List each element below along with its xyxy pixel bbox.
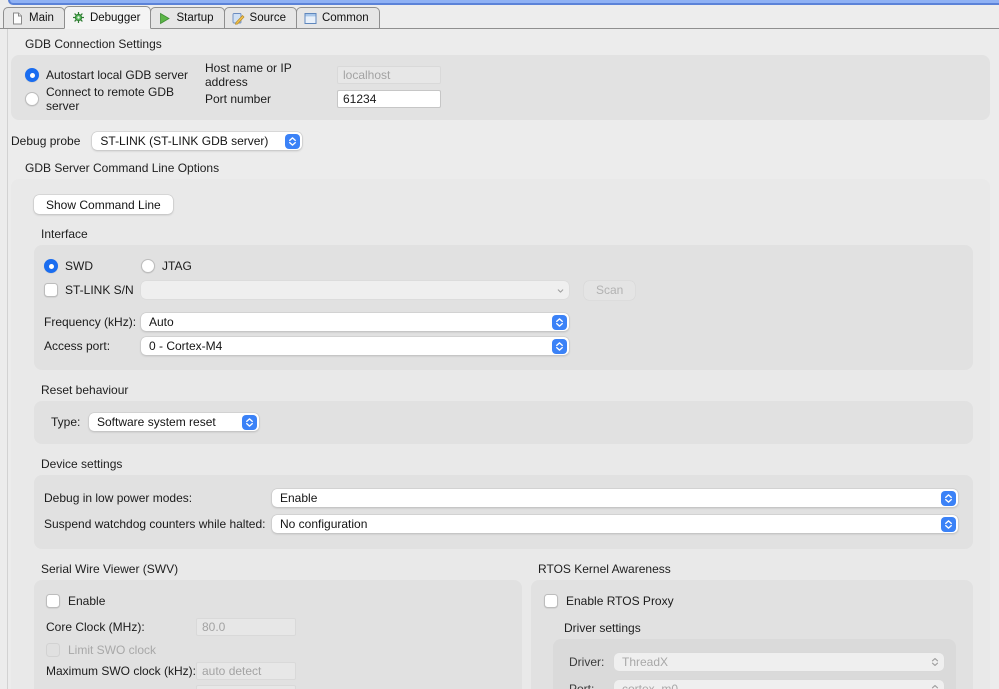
rtos-proxy-checkbox[interactable] — [544, 594, 558, 608]
driver-label: Driver: — [569, 654, 605, 669]
device-settings-title: Device settings — [41, 457, 123, 471]
swv-port-input — [196, 685, 296, 689]
stlink-sn-label: ST-LINK S/N — [65, 283, 134, 297]
access-port-label: Access port: — [44, 339, 111, 353]
swv-title: Serial Wire Viewer (SWV) — [41, 562, 179, 576]
watchdog-value: No configuration — [280, 517, 368, 531]
tab-label: Common — [321, 12, 369, 24]
frequency-value: Auto — [149, 315, 174, 329]
play-icon — [160, 12, 171, 24]
tab-label: Source — [249, 12, 286, 24]
driver-settings-title: Driver settings — [564, 621, 641, 635]
autostart-local-gdb-radio[interactable] — [25, 68, 39, 82]
limit-swo-label: Limit SWO clock — [68, 643, 157, 657]
tab-label: Debugger — [89, 11, 141, 24]
debug-probe-label: Debug probe — [11, 134, 81, 148]
reset-type-label: Type: — [51, 415, 81, 429]
watchdog-label: Suspend watchdog counters while halted: — [44, 517, 266, 531]
debug-probe-value: ST-LINK (ST-LINK GDB server) — [100, 134, 269, 148]
core-clock-label: Core Clock (MHz): — [46, 620, 145, 634]
gdb-connection-settings-group: Autostart local GDB server Host name or … — [11, 55, 990, 120]
show-command-line-button[interactable]: Show Command Line — [34, 195, 173, 214]
frequency-label: Frequency (kHz): — [44, 315, 137, 329]
rtos-port-value: cortex_m0 — [622, 681, 679, 689]
low-power-select[interactable]: Enable — [272, 489, 958, 507]
device-settings-group: Debug in low power modes: Enable Suspend… — [34, 475, 973, 549]
stepper-icon-disabled — [553, 283, 567, 297]
port-number-input[interactable] — [337, 90, 441, 108]
driver-select: ThreadX — [614, 652, 944, 671]
swd-label: SWD — [65, 259, 93, 273]
stlink-sn-checkbox[interactable] — [44, 283, 58, 297]
host-name-input — [337, 66, 441, 84]
low-power-value: Enable — [280, 491, 318, 505]
interface-group: SWD JTAG ST-LINK S/N Scan Frequency (kHz… — [34, 245, 973, 370]
connect-remote-gdb-label: Connect to remote GDB server — [46, 85, 175, 113]
tab-startup[interactable]: Startup — [150, 7, 225, 28]
driver-settings-group: Driver: ThreadX Port: cortex_m0 — [553, 639, 956, 689]
access-port-select[interactable]: 0 - Cortex-M4 — [141, 337, 569, 355]
reset-type-value: Software system reset — [97, 415, 216, 429]
gdb-connection-settings-title: GDB Connection Settings — [25, 37, 162, 51]
watchdog-select[interactable]: No configuration — [272, 515, 958, 533]
reset-behaviour-group: Type: Software system reset — [34, 401, 973, 444]
stepper-icon — [285, 133, 301, 149]
stepper-icon — [552, 338, 567, 354]
jtag-label: JTAG — [162, 259, 192, 273]
driver-value: ThreadX — [622, 654, 669, 669]
stepper-icon — [941, 490, 956, 506]
gdb-server-options-title: GDB Server Command Line Options — [25, 161, 220, 175]
swv-group: Enable Core Clock (MHz): Limit SWO clock… — [34, 580, 522, 689]
port-number-label: Port number — [205, 92, 272, 106]
swv-enable-label: Enable — [68, 594, 106, 608]
rtos-column: RTOS Kernel Awareness Enable RTOS Proxy … — [531, 549, 973, 689]
low-power-label: Debug in low power modes: — [44, 491, 193, 505]
gdb-server-options-group: Show Command Line Interface SWD JTAG ST-… — [11, 179, 990, 689]
window-icon — [304, 12, 317, 24]
debug-probe-select[interactable]: ST-LINK (ST-LINK GDB server) — [92, 132, 303, 150]
reset-type-select[interactable]: Software system reset — [89, 413, 259, 431]
stepper-icon — [941, 516, 956, 532]
reset-behaviour-title: Reset behaviour — [41, 383, 129, 397]
autostart-local-gdb-label: Autostart local GDB server — [46, 68, 189, 82]
jtag-radio[interactable] — [141, 259, 155, 273]
debugger-icon — [72, 12, 84, 23]
access-port-value: 0 - Cortex-M4 — [149, 339, 223, 353]
rtos-port-label: Port: — [569, 681, 595, 689]
interface-title: Interface — [41, 227, 88, 241]
tab-main[interactable]: Main — [3, 7, 65, 28]
core-clock-input — [196, 618, 296, 636]
tab-source[interactable]: Source — [223, 7, 297, 28]
rtos-title: RTOS Kernel Awareness — [538, 562, 671, 576]
host-name-label: Host name or IP address — [205, 61, 292, 89]
stepper-icon-disabled — [928, 682, 942, 689]
tab-label: Main — [29, 12, 54, 24]
frequency-select[interactable]: Auto — [141, 313, 569, 331]
stepper-icon — [552, 314, 567, 330]
stlink-sn-select — [141, 281, 569, 299]
document-icon — [13, 12, 22, 24]
tab-label: Startup — [176, 12, 214, 24]
debugger-tab-content: GDB Connection Settings Autostart local … — [7, 29, 999, 689]
limit-swo-checkbox — [46, 643, 60, 657]
connect-remote-gdb-radio[interactable] — [25, 92, 39, 106]
source-icon — [232, 12, 245, 25]
rtos-port-select: cortex_m0 — [614, 679, 944, 689]
tab-common[interactable]: Common — [295, 7, 380, 28]
max-swo-input — [196, 662, 296, 680]
tab-bar: Main Debugger Startup Source Common — [0, 5, 999, 29]
stepper-icon-disabled — [928, 655, 942, 669]
stepper-icon — [242, 414, 257, 430]
max-swo-label: Maximum SWO clock (kHz): — [46, 664, 196, 678]
rtos-group: Enable RTOS Proxy Driver settings Driver… — [531, 580, 973, 689]
rtos-proxy-label: Enable RTOS Proxy — [566, 594, 674, 608]
swd-radio[interactable] — [44, 259, 58, 273]
tab-debugger[interactable]: Debugger — [63, 6, 152, 29]
swv-enable-checkbox[interactable] — [46, 594, 60, 608]
scan-button: Scan — [584, 280, 636, 300]
swv-column: Serial Wire Viewer (SWV) Enable Core Clo… — [34, 549, 522, 689]
